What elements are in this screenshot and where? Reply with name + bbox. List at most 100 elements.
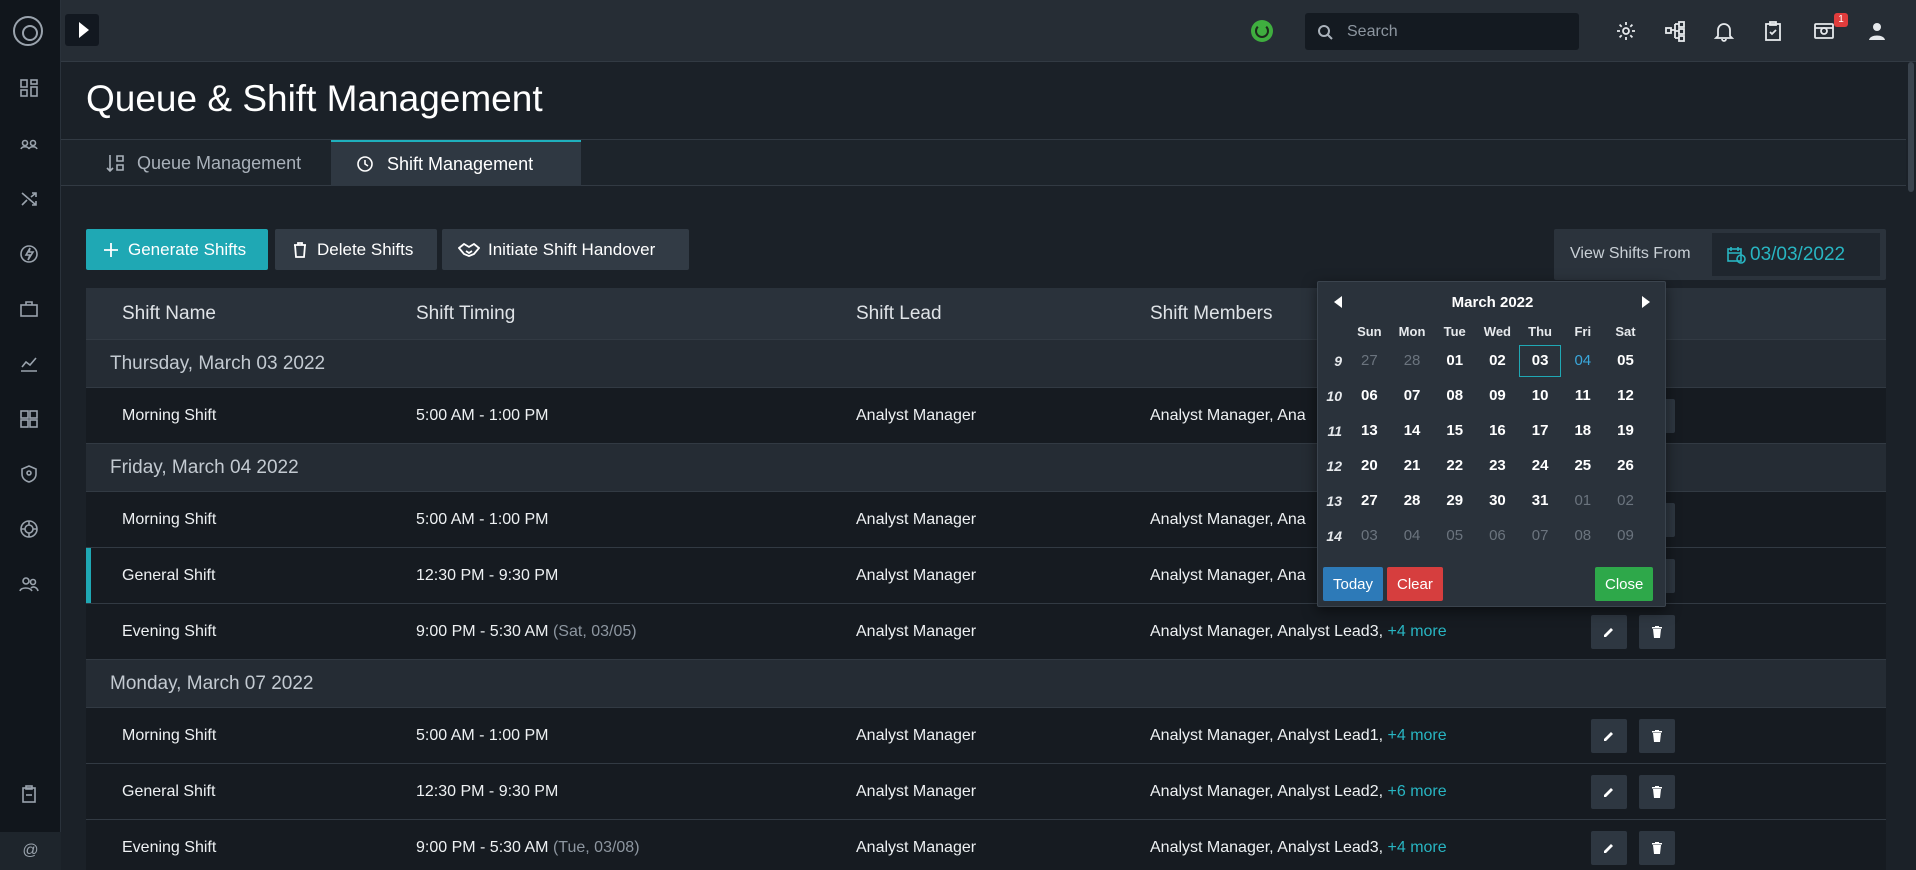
column-header-shift-members[interactable]: Shift Members: [1150, 303, 1272, 325]
edit-shift-button[interactable]: [1591, 831, 1627, 865]
search-input[interactable]: [1347, 13, 1567, 50]
calendar-day[interactable]: 30: [1476, 485, 1519, 517]
calendar-day[interactable]: 07: [1391, 380, 1434, 412]
calendar-day[interactable]: 03: [1518, 344, 1562, 377]
analytics-icon[interactable]: [18, 353, 40, 375]
global-search[interactable]: [1305, 13, 1579, 50]
users-icon[interactable]: [18, 573, 40, 595]
connection-status-icon[interactable]: [1251, 20, 1273, 42]
calendar-day[interactable]: 23: [1476, 450, 1519, 482]
calendar-day[interactable]: 04: [1391, 520, 1434, 552]
clear-button[interactable]: Clear: [1387, 567, 1443, 601]
widgets-icon[interactable]: [18, 408, 40, 430]
edit-shift-button[interactable]: [1591, 615, 1627, 649]
delete-shift-button[interactable]: [1639, 615, 1675, 649]
calendar-day[interactable]: 27: [1348, 485, 1391, 517]
datepicker-month-title[interactable]: March 2022: [1318, 294, 1667, 311]
calendar-day[interactable]: 05: [1604, 345, 1647, 377]
shuffle-icon[interactable]: [18, 188, 40, 210]
calendar-day[interactable]: 26: [1604, 450, 1647, 482]
initiate-handover-button[interactable]: Initiate Shift Handover: [442, 229, 689, 270]
edit-shift-button[interactable]: [1591, 719, 1627, 753]
more-members-link[interactable]: +6 more: [1388, 783, 1447, 800]
user-profile-icon[interactable]: [1864, 18, 1890, 44]
table-row[interactable]: Evening Shift 9:00 PM - 5:30 AM (Sat, 03/…: [86, 603, 1886, 659]
tab-shift-management[interactable]: Shift Management: [331, 140, 581, 186]
settings-gear-icon[interactable]: [1613, 18, 1639, 44]
close-button[interactable]: Close: [1595, 567, 1654, 601]
calendar-day[interactable]: 08: [1561, 520, 1604, 552]
dashboard-icon[interactable]: [18, 77, 40, 99]
incidents-icon[interactable]: [18, 133, 40, 155]
more-members-link[interactable]: +4 more: [1388, 727, 1447, 744]
shift-timing: 5:00 AM - 1:00 PM: [416, 407, 549, 425]
shift-timing-value: 5:00 AM - 1:00 PM: [416, 726, 549, 744]
calendar-day[interactable]: 25: [1561, 450, 1604, 482]
generate-shifts-button[interactable]: Generate Shifts: [86, 229, 268, 270]
today-button[interactable]: Today: [1323, 567, 1384, 601]
calendar-day[interactable]: 15: [1433, 415, 1476, 447]
calendar-day[interactable]: 09: [1604, 520, 1647, 552]
calendar-day[interactable]: 06: [1348, 380, 1391, 412]
table-row[interactable]: Morning Shift 5:00 AM - 1:00 PM Analyst Ma…: [86, 707, 1886, 763]
tasks-clipboard-icon[interactable]: [1760, 18, 1786, 44]
shift-timing-note: (Sat, 03/05): [552, 622, 637, 640]
table-row[interactable]: General Shift 12:30 PM - 9:30 PM Analyst M…: [86, 763, 1886, 819]
calendar-day[interactable]: 01: [1561, 485, 1604, 517]
calendar-day[interactable]: 12: [1604, 380, 1647, 412]
calendar-day[interactable]: 28: [1391, 485, 1434, 517]
calendar-day[interactable]: 09: [1476, 380, 1519, 412]
calendar-day[interactable]: 10: [1519, 380, 1562, 412]
more-members-link[interactable]: +4 more: [1388, 623, 1447, 640]
lightning-icon[interactable]: [18, 243, 40, 265]
column-header-shift-timing[interactable]: Shift Timing: [416, 303, 515, 325]
calendar-day[interactable]: 11: [1561, 380, 1604, 412]
briefcase-icon[interactable]: [18, 298, 40, 320]
calendar-day[interactable]: 14: [1391, 415, 1434, 447]
calendar-day[interactable]: 01: [1433, 345, 1476, 377]
view-shifts-date-input[interactable]: 03/03/2022: [1712, 233, 1880, 276]
app-logo-icon[interactable]: [13, 16, 43, 46]
hierarchy-icon[interactable]: [1662, 18, 1688, 44]
column-header-shift-lead[interactable]: Shift Lead: [856, 303, 942, 325]
column-header-shift-name[interactable]: Shift Name: [122, 303, 216, 325]
calendar-day[interactable]: 07: [1519, 520, 1562, 552]
calendar-day[interactable]: 06: [1476, 520, 1519, 552]
delete-shift-button[interactable]: [1639, 775, 1675, 809]
calendar-day[interactable]: 16: [1476, 415, 1519, 447]
page-scrollbar[interactable]: [1906, 62, 1916, 870]
calendar-day[interactable]: 29: [1433, 485, 1476, 517]
table-row[interactable]: Evening Shift 9:00 PM - 5:30 AM (Tue, 03/…: [86, 819, 1886, 870]
calendar-day[interactable]: 17: [1519, 415, 1562, 447]
calendar-day[interactable]: 02: [1476, 345, 1519, 377]
target-icon[interactable]: [18, 518, 40, 540]
more-members-link[interactable]: +4 more: [1388, 839, 1447, 856]
calendar-day[interactable]: 27: [1348, 345, 1391, 377]
tab-queue-management[interactable]: Queue Management: [81, 140, 325, 186]
calendar-day[interactable]: 22: [1433, 450, 1476, 482]
calendar-day[interactable]: 20: [1348, 450, 1391, 482]
calendar-day[interactable]: 31: [1519, 485, 1562, 517]
clipboard-icon[interactable]: [18, 783, 40, 805]
shift-name: Morning Shift: [122, 726, 217, 744]
delete-shift-button[interactable]: [1639, 719, 1675, 753]
edit-shift-button[interactable]: [1591, 775, 1627, 809]
expand-sidebar-button[interactable]: [65, 14, 99, 46]
shield-user-icon[interactable]: [18, 463, 40, 485]
calendar-day[interactable]: 21: [1391, 450, 1434, 482]
delete-shift-button[interactable]: [1639, 831, 1675, 865]
calendar-day[interactable]: 18: [1561, 415, 1604, 447]
calendar-day[interactable]: 13: [1348, 415, 1391, 447]
calendar-day[interactable]: 24: [1519, 450, 1562, 482]
calendar-day[interactable]: 05: [1433, 520, 1476, 552]
calendar-day[interactable]: 08: [1433, 380, 1476, 412]
next-month-button[interactable]: [1634, 290, 1658, 314]
delete-shifts-button[interactable]: Delete Shifts: [275, 229, 437, 270]
calendar-day[interactable]: 04: [1561, 345, 1604, 377]
notifications-bell-icon[interactable]: [1711, 18, 1737, 44]
at-sign-icon[interactable]: @: [0, 832, 61, 870]
calendar-day[interactable]: 02: [1604, 485, 1647, 517]
calendar-day[interactable]: 03: [1348, 520, 1391, 552]
calendar-day[interactable]: 19: [1604, 415, 1647, 447]
calendar-day[interactable]: 28: [1391, 345, 1434, 377]
